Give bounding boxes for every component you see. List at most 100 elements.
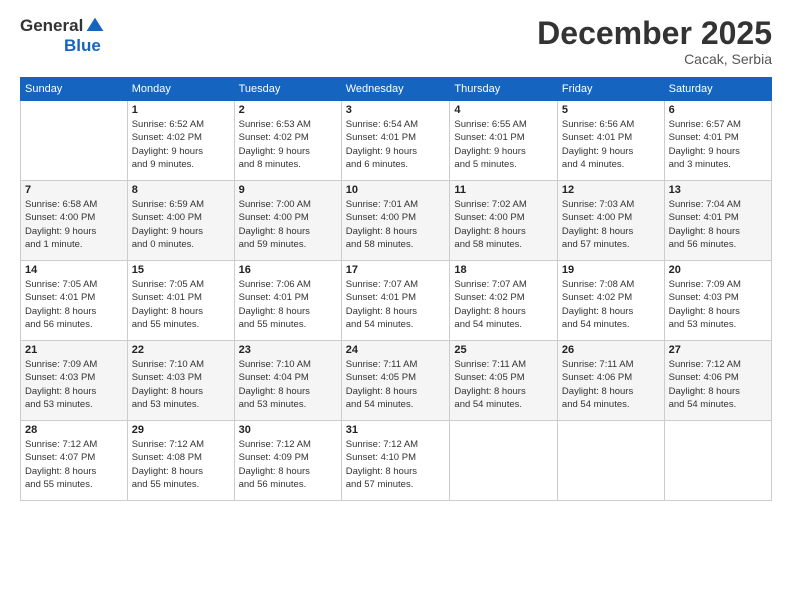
calendar-cell: 20 Sunrise: 7:09 AM Sunset: 4:03 PM Dayli… (664, 261, 771, 341)
calendar-cell: 10Sunrise: 7:01 AM Sunset: 4:00 PM Dayli… (341, 181, 450, 261)
day-info: Sunrise: 6:57 AM Sunset: 4:01 PM Dayligh… (669, 118, 767, 171)
calendar-week-2: 7Sunrise: 6:58 AM Sunset: 4:00 PM Daylig… (21, 181, 772, 261)
day-info: Sunrise: 7:12 AM Sunset: 4:06 PM Dayligh… (669, 358, 767, 411)
calendar-cell: 12Sunrise: 7:03 AM Sunset: 4:00 PM Dayli… (557, 181, 664, 261)
calendar-cell: 21 Sunrise: 7:09 AM Sunset: 4:03 PM Dayli… (21, 341, 128, 421)
day-number: 15 (132, 264, 230, 276)
day-number: 7 (25, 184, 123, 196)
day-info: Sunrise: 7:02 AM Sunset: 4:00 PM Dayligh… (454, 198, 553, 251)
day-number: 12 (562, 184, 660, 196)
calendar-header-sunday: Sunday (21, 78, 128, 101)
day-info: Sunrise: 7:00 AM Sunset: 4:00 PM Dayligh… (239, 198, 337, 251)
calendar-cell: 30 Sunrise: 7:12 AM Sunset: 4:09 PM Dayli… (234, 421, 341, 501)
day-number: 10 (346, 184, 446, 196)
calendar-cell: 3 Sunrise: 6:54 AM Sunset: 4:01 PM Daylig… (341, 101, 450, 181)
calendar-cell: 6 Sunrise: 6:57 AM Sunset: 4:01 PM Daylig… (664, 101, 771, 181)
day-info: Sunrise: 7:12 AM Sunset: 4:10 PM Dayligh… (346, 438, 446, 491)
day-number: 14 (25, 264, 123, 276)
calendar-header-friday: Friday (557, 78, 664, 101)
calendar-header-thursday: Thursday (450, 78, 558, 101)
day-info: Sunrise: 6:54 AM Sunset: 4:01 PM Dayligh… (346, 118, 446, 171)
day-info: Sunrise: 6:59 AM Sunset: 4:00 PM Dayligh… (132, 198, 230, 251)
day-number: 6 (669, 104, 767, 116)
calendar-cell: 27 Sunrise: 7:12 AM Sunset: 4:06 PM Dayli… (664, 341, 771, 421)
day-number: 29 (132, 424, 230, 436)
day-info: Sunrise: 7:12 AM Sunset: 4:09 PM Dayligh… (239, 438, 337, 491)
calendar-cell (21, 101, 128, 181)
calendar-cell: 22 Sunrise: 7:10 AM Sunset: 4:03 PM Dayli… (127, 341, 234, 421)
day-number: 9 (239, 184, 337, 196)
logo: General Blue (20, 16, 105, 56)
calendar-week-1: 1 Sunrise: 6:52 AM Sunset: 4:02 PM Daylig… (21, 101, 772, 181)
calendar-cell: 9 Sunrise: 7:00 AM Sunset: 4:00 PM Daylig… (234, 181, 341, 261)
day-info: Sunrise: 7:07 AM Sunset: 4:02 PM Dayligh… (454, 278, 553, 331)
calendar-cell: 31 Sunrise: 7:12 AM Sunset: 4:10 PM Dayli… (341, 421, 450, 501)
day-info: Sunrise: 6:56 AM Sunset: 4:01 PM Dayligh… (562, 118, 660, 171)
logo-icon (85, 16, 105, 36)
day-number: 28 (25, 424, 123, 436)
logo-general: General (20, 16, 83, 36)
day-info: Sunrise: 7:04 AM Sunset: 4:01 PM Dayligh… (669, 198, 767, 251)
day-number: 21 (25, 344, 123, 356)
calendar-cell: 24Sunrise: 7:11 AM Sunset: 4:05 PM Dayli… (341, 341, 450, 421)
day-info: Sunrise: 7:10 AM Sunset: 4:04 PM Dayligh… (239, 358, 337, 411)
day-number: 31 (346, 424, 446, 436)
day-number: 1 (132, 104, 230, 116)
calendar-cell: 15 Sunrise: 7:05 AM Sunset: 4:01 PM Dayli… (127, 261, 234, 341)
calendar-cell: 16 Sunrise: 7:06 AM Sunset: 4:01 PM Dayli… (234, 261, 341, 341)
day-info: Sunrise: 7:11 AM Sunset: 4:05 PM Dayligh… (454, 358, 553, 411)
day-number: 5 (562, 104, 660, 116)
day-number: 25 (454, 344, 553, 356)
title-block: December 2025 Cacak, Serbia (537, 16, 772, 67)
day-info: Sunrise: 7:11 AM Sunset: 4:05 PM Dayligh… (346, 358, 446, 411)
day-info: Sunrise: 7:08 AM Sunset: 4:02 PM Dayligh… (562, 278, 660, 331)
day-info: Sunrise: 7:05 AM Sunset: 4:01 PM Dayligh… (132, 278, 230, 331)
calendar: SundayMondayTuesdayWednesdayThursdayFrid… (20, 77, 772, 501)
header: General Blue December 2025 Cacak, Serbia (20, 16, 772, 67)
day-number: 22 (132, 344, 230, 356)
calendar-cell (450, 421, 558, 501)
day-number: 3 (346, 104, 446, 116)
calendar-header-saturday: Saturday (664, 78, 771, 101)
calendar-week-4: 21 Sunrise: 7:09 AM Sunset: 4:03 PM Dayli… (21, 341, 772, 421)
calendar-cell: 11 Sunrise: 7:02 AM Sunset: 4:00 PM Dayli… (450, 181, 558, 261)
day-info: Sunrise: 7:06 AM Sunset: 4:01 PM Dayligh… (239, 278, 337, 331)
calendar-cell: 1 Sunrise: 6:52 AM Sunset: 4:02 PM Daylig… (127, 101, 234, 181)
calendar-cell: 25 Sunrise: 7:11 AM Sunset: 4:05 PM Dayli… (450, 341, 558, 421)
day-info: Sunrise: 7:12 AM Sunset: 4:07 PM Dayligh… (25, 438, 123, 491)
calendar-week-5: 28 Sunrise: 7:12 AM Sunset: 4:07 PM Dayli… (21, 421, 772, 501)
day-info: Sunrise: 6:55 AM Sunset: 4:01 PM Dayligh… (454, 118, 553, 171)
calendar-cell: 29Sunrise: 7:12 AM Sunset: 4:08 PM Dayli… (127, 421, 234, 501)
day-number: 18 (454, 264, 553, 276)
day-number: 13 (669, 184, 767, 196)
day-number: 30 (239, 424, 337, 436)
day-info: Sunrise: 6:52 AM Sunset: 4:02 PM Dayligh… (132, 118, 230, 171)
calendar-cell: 4Sunrise: 6:55 AM Sunset: 4:01 PM Daylig… (450, 101, 558, 181)
calendar-cell: 2Sunrise: 6:53 AM Sunset: 4:02 PM Daylig… (234, 101, 341, 181)
logo-blue: Blue (64, 36, 101, 56)
month-title: December 2025 (537, 16, 772, 51)
day-number: 26 (562, 344, 660, 356)
location: Cacak, Serbia (537, 51, 772, 67)
day-info: Sunrise: 7:09 AM Sunset: 4:03 PM Dayligh… (25, 358, 123, 411)
page: General Blue December 2025 Cacak, Serbia… (0, 0, 792, 612)
day-number: 20 (669, 264, 767, 276)
day-info: Sunrise: 7:11 AM Sunset: 4:06 PM Dayligh… (562, 358, 660, 411)
day-number: 11 (454, 184, 553, 196)
day-info: Sunrise: 6:53 AM Sunset: 4:02 PM Dayligh… (239, 118, 337, 171)
calendar-cell: 5 Sunrise: 6:56 AM Sunset: 4:01 PM Daylig… (557, 101, 664, 181)
calendar-cell: 7Sunrise: 6:58 AM Sunset: 4:00 PM Daylig… (21, 181, 128, 261)
day-info: Sunrise: 7:09 AM Sunset: 4:03 PM Dayligh… (669, 278, 767, 331)
day-number: 16 (239, 264, 337, 276)
day-number: 27 (669, 344, 767, 356)
calendar-header-wednesday: Wednesday (341, 78, 450, 101)
day-number: 23 (239, 344, 337, 356)
calendar-header-tuesday: Tuesday (234, 78, 341, 101)
calendar-cell: 19Sunrise: 7:08 AM Sunset: 4:02 PM Dayli… (557, 261, 664, 341)
calendar-cell: 23 Sunrise: 7:10 AM Sunset: 4:04 PM Dayli… (234, 341, 341, 421)
day-info: Sunrise: 7:10 AM Sunset: 4:03 PM Dayligh… (132, 358, 230, 411)
calendar-cell: 17Sunrise: 7:07 AM Sunset: 4:01 PM Dayli… (341, 261, 450, 341)
calendar-cell: 13 Sunrise: 7:04 AM Sunset: 4:01 PM Dayli… (664, 181, 771, 261)
calendar-week-3: 14 Sunrise: 7:05 AM Sunset: 4:01 PM Dayli… (21, 261, 772, 341)
calendar-header-monday: Monday (127, 78, 234, 101)
